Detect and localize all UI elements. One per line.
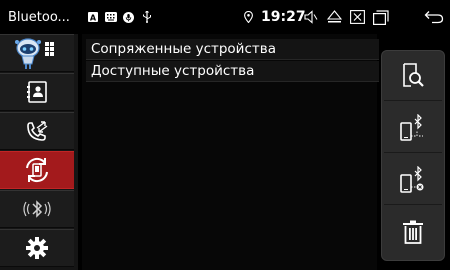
sidebar <box>0 34 78 270</box>
sidebar-item-pairing[interactable] <box>0 151 74 189</box>
device-list-panel: Сопряженные устройства Доступные устройс… <box>82 34 379 270</box>
phone-sync-icon <box>26 157 48 183</box>
sidebar-item-contacts[interactable] <box>0 73 74 111</box>
connect-bluetooth-button[interactable] <box>384 103 442 153</box>
eject-icon[interactable] <box>327 0 342 34</box>
delete-icon <box>403 220 423 244</box>
delete-button[interactable] <box>384 207 442 257</box>
microphone-icon <box>123 0 134 34</box>
search-device-icon <box>403 62 424 87</box>
status-app-title: Bluetoo... <box>8 9 70 25</box>
gear-icon <box>26 237 48 259</box>
sidebar-item-call-log[interactable] <box>0 112 74 150</box>
bluetooth-wave-icon <box>23 200 51 218</box>
sidebar-item-settings[interactable] <box>0 229 74 267</box>
back-icon[interactable] <box>424 0 444 34</box>
android-a-icon: A <box>88 0 98 34</box>
svg-text:A: A <box>90 14 97 23</box>
contacts-icon <box>27 81 47 103</box>
disconnect-bluetooth-button[interactable] <box>384 155 442 205</box>
screenshot-icon[interactable] <box>350 0 365 34</box>
status-bar: Bluetoo... A 19:27 <box>0 0 450 34</box>
call-log-icon <box>27 121 48 141</box>
location-icon <box>244 0 253 34</box>
disconnect-bluetooth-icon <box>400 165 424 193</box>
list-item-paired-devices[interactable]: Сопряженные устройства <box>86 39 379 60</box>
sidebar-item-bluetooth-audio[interactable] <box>0 190 74 228</box>
search-device-button[interactable] <box>384 51 442 101</box>
recent-apps-icon[interactable] <box>373 0 389 34</box>
sidebar-item-app-menu[interactable] <box>0 34 74 72</box>
action-panel <box>381 50 445 261</box>
keyboard-icon <box>105 0 117 34</box>
robot-grid-icon <box>15 38 54 69</box>
list-item-available-devices[interactable]: Доступные устройства <box>86 61 379 82</box>
status-clock: 19:27 <box>261 9 306 25</box>
volume-icon[interactable] <box>304 0 318 34</box>
usb-icon <box>142 0 152 34</box>
connect-bluetooth-icon <box>400 113 423 141</box>
